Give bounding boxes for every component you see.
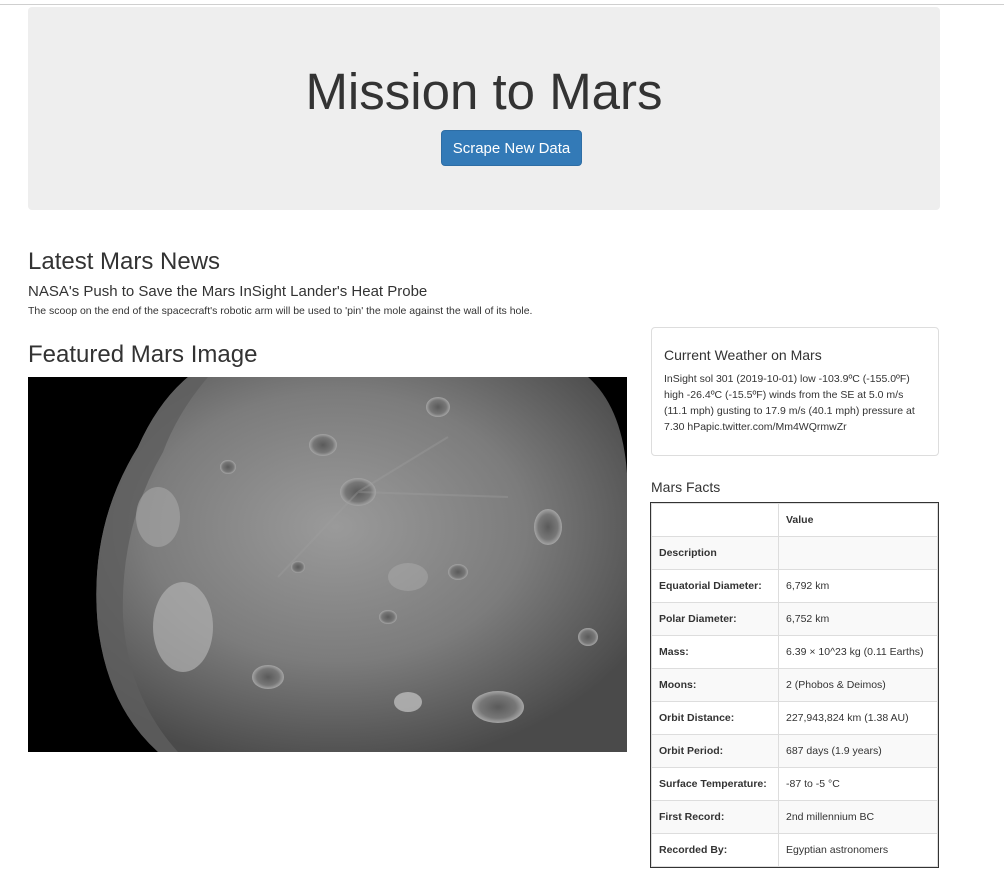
fact-value: 6.39 × 10^23 kg (0.11 Earths): [778, 635, 938, 669]
fact-label: Description: [651, 536, 779, 570]
fact-value: 2nd millennium BC: [778, 800, 938, 834]
browser-top-border: [0, 4, 1004, 5]
table-header-row: Value: [651, 503, 938, 537]
fact-value: 227,943,824 km (1.38 AU): [778, 701, 938, 735]
weather-title: Current Weather on Mars: [664, 347, 822, 363]
table-row: Surface Temperature: -87 to -5 °C: [651, 767, 938, 801]
table-row: Description: [651, 536, 938, 570]
fact-value: 6,752 km: [778, 602, 938, 636]
fact-label: First Record:: [651, 800, 779, 834]
fact-label: Moons:: [651, 668, 779, 702]
table-row: Polar Diameter: 6,752 km: [651, 602, 938, 636]
fact-value: 687 days (1.9 years): [778, 734, 938, 768]
table-row: Equatorial Diameter: 6,792 km: [651, 569, 938, 603]
news-title: NASA's Push to Save the Mars InSight Lan…: [28, 283, 428, 300]
fact-label: Surface Temperature:: [651, 767, 779, 801]
fact-label: Equatorial Diameter:: [651, 569, 779, 603]
fact-label: Orbit Distance:: [651, 701, 779, 735]
weather-text: InSight sol 301 (2019-10-01) low -103.9º…: [664, 373, 915, 433]
weather-card: Current Weather on Mars InSight sol 301 …: [651, 327, 939, 456]
featured-mars-image: [28, 377, 627, 752]
fact-label: Mass:: [651, 635, 779, 669]
fact-value: 6,792 km: [778, 569, 938, 603]
fact-value: Egyptian astronomers: [778, 833, 938, 867]
table-row: Orbit Distance: 227,943,824 km (1.38 AU): [651, 701, 938, 735]
table-header-value: Value: [778, 503, 938, 537]
mars-facts-table: Value Description Equatorial Diameter: 6…: [650, 502, 939, 868]
table-row: Recorded By: Egyptian astronomers: [651, 833, 938, 867]
fact-label: Recorded By:: [651, 833, 779, 867]
latest-news-heading: Latest Mars News: [28, 248, 221, 275]
scrape-new-data-button[interactable]: Scrape New Data: [441, 130, 582, 166]
fact-label: Polar Diameter:: [651, 602, 779, 636]
mars-facts-heading: Mars Facts: [651, 479, 721, 495]
featured-image-heading: Featured Mars Image: [28, 341, 258, 368]
table-row: Mass: 6.39 × 10^23 kg (0.11 Earths): [651, 635, 938, 669]
table-row: Moons: 2 (Phobos & Deimos): [651, 668, 938, 702]
fact-value: 2 (Phobos & Deimos): [778, 668, 938, 702]
table-row: First Record: 2nd millennium BC: [651, 800, 938, 834]
header-jumbotron: Mission to Mars Scrape New Data: [28, 7, 940, 210]
news-teaser: The scoop on the end of the spacecraft's…: [28, 305, 533, 317]
page-title: Mission to Mars: [305, 63, 663, 120]
asteroid-image: [28, 377, 627, 752]
fact-value: -87 to -5 °C: [778, 767, 938, 801]
table-row: Orbit Period: 687 days (1.9 years): [651, 734, 938, 768]
table-header-label: [651, 503, 779, 537]
fact-value: [778, 536, 938, 570]
fact-label: Orbit Period:: [651, 734, 779, 768]
